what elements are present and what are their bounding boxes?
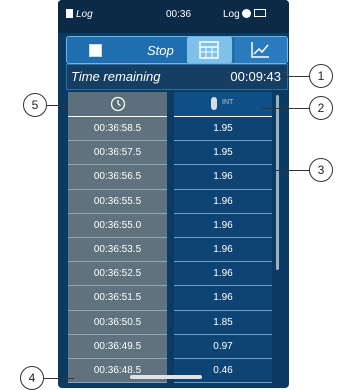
horizontal-scrollbar[interactable] [130,375,202,379]
time-cell: 00:36:49.5 [68,334,167,359]
int-cell: 1.96 [174,165,272,190]
int-column: INT 1.95 1.95 1.96 1.96 1.96 1.96 1.96 1.96 1.85… [174,92,272,384]
int-label: INT [222,99,234,106]
int-cell: 0.46 [174,358,272,384]
time-remaining-label: Time remaining [71,69,161,84]
int-cell: 1.96 [174,213,272,238]
int-column-header[interactable]: INT [174,92,272,117]
vertical-scrollbar[interactable] [276,95,279,270]
int-cell: 1.95 [174,141,272,166]
time-cell: 00:36:48.5 [68,358,167,384]
int-cell: 1.85 [174,310,272,335]
int-cell: 1.96 [174,189,272,214]
callout-2: 2 [309,96,333,120]
time-cell: 00:36:51.5 [68,286,167,311]
time-cell: 00:36:55.5 [68,189,167,214]
clock-icon [110,96,126,112]
callout-leader-5 [46,105,68,106]
status-right: Log [223,9,266,20]
calculator-icon [199,41,219,59]
document-icon [66,9,73,18]
time-cell: 00:36:55.0 [68,213,167,238]
callout-4: 4 [20,366,44,390]
time-cell: 00:36:50.5 [68,310,167,335]
time-cell: 00:36:52.5 [68,262,167,287]
stop-square-icon [89,44,102,57]
time-cell: 00:36:57.5 [68,141,167,166]
int-cell: 1.96 [174,237,272,263]
callout-leader-1 [282,76,309,77]
callout-5: 5 [23,93,47,117]
table-view-button[interactable] [187,37,232,63]
toolbar: Stop [66,36,288,64]
device-screen: Log 00:36 Log Stop Time remaining 00:09:… [58,0,289,388]
status-time: 00:36 [166,9,192,20]
callout-leader-3 [276,170,309,171]
int-cell: 1.95 [174,117,272,142]
callout-1: 1 [309,64,333,88]
time-column: 00:36:58.5 00:36:57.5 00:36:56.5 00:36:55.5… [68,92,167,384]
int-cell: 1.96 [174,286,272,311]
callout-leader-2 [262,108,309,109]
callout-leader-4 [44,378,74,379]
time-remaining-value: 00:09:43 [230,69,281,84]
probe-icon [211,97,217,110]
stop-button[interactable]: Stop [67,37,182,63]
status-mode: Log [223,9,240,20]
int-cell: 0.97 [174,334,272,359]
time-cell: 00:36:56.5 [68,165,167,190]
line-chart-icon [251,42,269,58]
graph-view-button[interactable] [235,37,287,63]
int-cell: 1.96 [174,262,272,287]
lock-icon [241,9,251,18]
time-cell: 00:36:58.5 [68,117,167,142]
stop-label: Stop [147,43,174,58]
callout-3: 3 [309,158,333,182]
time-column-header[interactable] [68,92,167,117]
status-app: Log [66,9,93,20]
status-bar: Log 00:36 Log [58,0,289,33]
status-app-name: Log [76,9,93,20]
battery-icon [253,9,266,17]
time-cell: 00:36:53.5 [68,237,167,263]
time-remaining-bar: Time remaining 00:09:43 [66,64,288,90]
